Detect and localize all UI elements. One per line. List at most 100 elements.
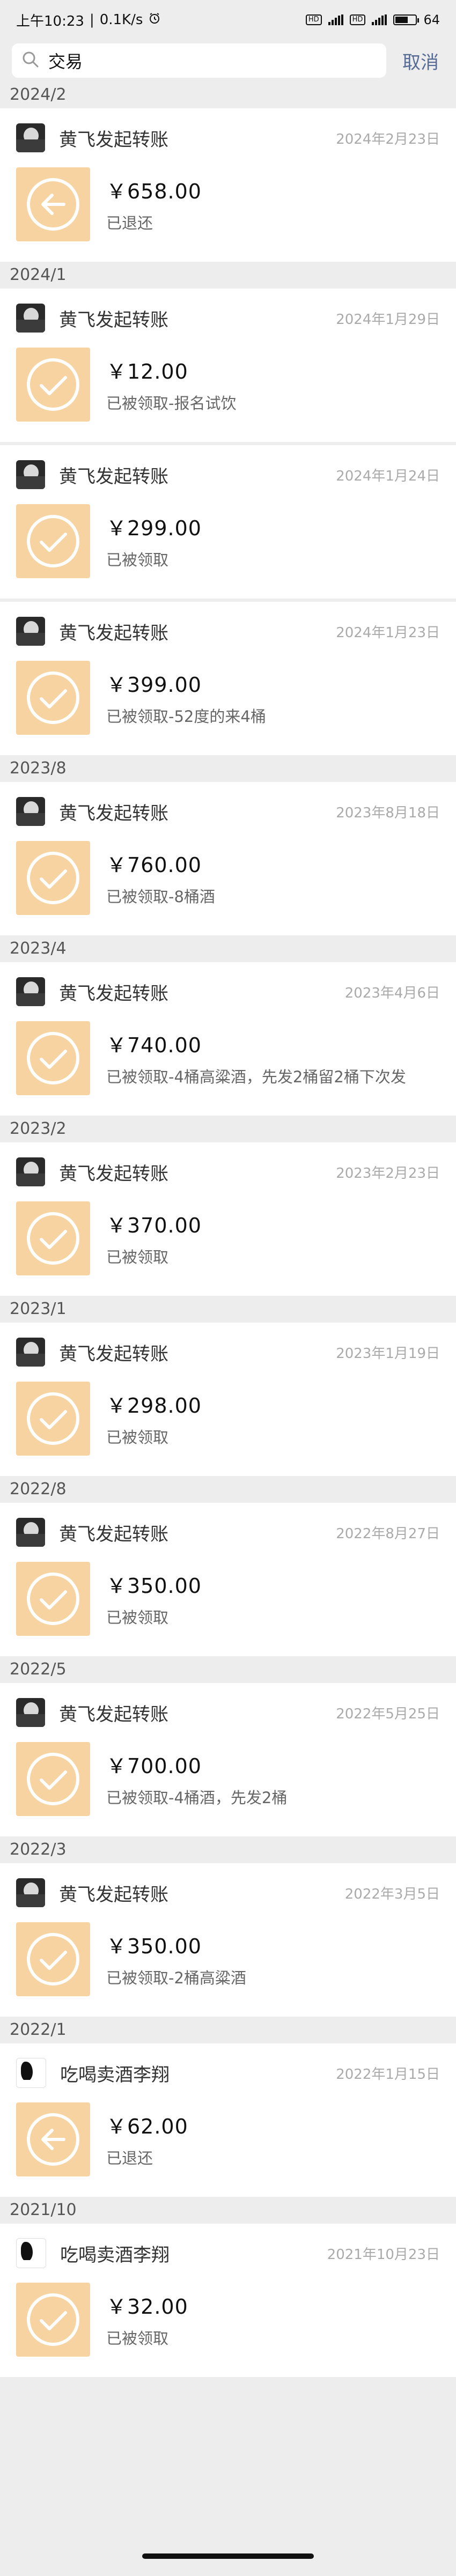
transaction-date: 2024年1月29日 bbox=[336, 311, 440, 328]
avatar[interactable] bbox=[16, 1338, 45, 1367]
transaction-card[interactable]: 黄飞发起转账 2024年1月29日 ￥12.00 已被领取-报名试饮 bbox=[0, 289, 456, 442]
card-body: ￥350.00 已被领取 bbox=[0, 1562, 456, 1636]
status-time: 上午10:23 bbox=[16, 13, 84, 29]
group-items: 吃喝卖酒李翔 2022年1月15日 ￥62.00 已退还 bbox=[0, 2043, 456, 2197]
sender-name: 吃喝卖酒李翔 bbox=[60, 2064, 170, 2086]
search-row: 取消 bbox=[0, 40, 456, 82]
signal-1-icon bbox=[328, 14, 343, 25]
transaction-info: ￥299.00 已被领取 bbox=[106, 504, 202, 570]
transaction-info: ￥298.00 已被领取 bbox=[106, 1382, 202, 1448]
status-divider: | bbox=[89, 12, 94, 28]
check-circle-icon bbox=[16, 841, 90, 915]
avatar[interactable] bbox=[16, 460, 45, 489]
avatar[interactable] bbox=[16, 304, 45, 333]
transaction-info: ￥760.00 已被领取-8桶酒 bbox=[106, 841, 215, 907]
transaction-date: 2024年1月24日 bbox=[336, 468, 440, 484]
card-header: 黄飞发起转账 2024年1月23日 bbox=[0, 602, 456, 661]
avatar[interactable] bbox=[16, 617, 45, 646]
card-body: ￥299.00 已被领取 bbox=[0, 504, 456, 578]
transaction-status: 已退还 bbox=[106, 214, 153, 232]
check-circle-icon bbox=[16, 1021, 90, 1095]
battery-text: 64 bbox=[423, 12, 440, 27]
transaction-card[interactable]: 吃喝卖酒李翔 2022年1月15日 ￥62.00 已退还 bbox=[0, 2043, 456, 2197]
card-body: ￥298.00 已被领取 bbox=[0, 1382, 456, 1456]
transaction-date: 2022年1月15日 bbox=[336, 2066, 440, 2083]
sender-name: 吃喝卖酒李翔 bbox=[60, 2244, 170, 2266]
transaction-card[interactable]: 黄飞发起转账 2024年1月23日 ￥399.00 已被领取-52度的来4桶 bbox=[0, 602, 456, 755]
group-header: 2022/5 bbox=[0, 1656, 456, 1683]
search-input[interactable] bbox=[47, 50, 377, 71]
transaction-card[interactable]: 黄飞发起转账 2024年1月24日 ￥299.00 已被领取 bbox=[0, 445, 456, 599]
transaction-card[interactable]: 黄飞发起转账 2022年8月27日 ￥350.00 已被领取 bbox=[0, 1503, 456, 1656]
transaction-status: 已被领取 bbox=[106, 1608, 169, 1627]
card-body: ￥32.00 已被领取 bbox=[0, 2283, 456, 2357]
group-items: 黄飞发起转账 2022年5月25日 ￥700.00 已被领取-4桶酒，先发2桶 bbox=[0, 1683, 456, 1836]
transaction-status: 已被领取 bbox=[106, 2329, 169, 2348]
transaction-status: 已被领取 bbox=[106, 1428, 169, 1446]
avatar[interactable] bbox=[16, 977, 45, 1006]
home-indicator[interactable] bbox=[142, 2553, 314, 2559]
card-body: ￥658.00 已退还 bbox=[0, 167, 456, 241]
transaction-date: 2022年8月27日 bbox=[336, 1525, 440, 1542]
transaction-date: 2024年1月23日 bbox=[336, 624, 440, 641]
transaction-date: 2022年3月5日 bbox=[344, 1886, 440, 1902]
group-header: 2021/10 bbox=[0, 2197, 456, 2224]
transaction-amount: ￥700.00 bbox=[106, 1754, 202, 1778]
sender-name: 黄飞发起转账 bbox=[59, 466, 168, 488]
cancel-button[interactable]: 取消 bbox=[397, 48, 444, 74]
card-body: ￥12.00 已被领取-报名试饮 bbox=[0, 348, 456, 422]
avatar[interactable] bbox=[16, 797, 45, 826]
transaction-card[interactable]: 黄飞发起转账 2022年3月5日 ￥350.00 已被领取-2桶高粱酒 bbox=[0, 1863, 456, 2017]
transaction-info: ￥370.00 已被领取 bbox=[106, 1201, 202, 1267]
check-circle-icon bbox=[16, 504, 90, 578]
transaction-info: ￥350.00 已被领取 bbox=[106, 1562, 202, 1628]
status-bar: 上午10:23 | 0.1K/s HD HD 64 bbox=[0, 0, 456, 40]
transaction-info: ￥62.00 已退还 bbox=[106, 2102, 188, 2168]
avatar[interactable] bbox=[16, 1698, 45, 1727]
group-items: 黄飞发起转账 2022年3月5日 ￥350.00 已被领取-2桶高粱酒 bbox=[0, 1863, 456, 2017]
transaction-amount: ￥350.00 bbox=[106, 1574, 202, 1598]
return-arrow-icon bbox=[16, 167, 90, 241]
group-items: 黄飞发起转账 2023年4月6日 ￥740.00 已被领取-4桶高粱酒，先发2桶留2桶… bbox=[0, 962, 456, 1116]
transaction-date: 2023年2月23日 bbox=[336, 1165, 440, 1182]
transaction-card[interactable]: 黄飞发起转账 2024年2月23日 ￥658.00 已退还 bbox=[0, 108, 456, 262]
transaction-date: 2024年2月23日 bbox=[336, 131, 440, 147]
avatar[interactable] bbox=[16, 1157, 45, 1186]
sim2-label: HD bbox=[349, 14, 366, 25]
avatar[interactable] bbox=[16, 2058, 46, 2088]
check-circle-icon bbox=[16, 1742, 90, 1816]
avatar[interactable] bbox=[16, 1518, 45, 1547]
transaction-info: ￥32.00 已被领取 bbox=[106, 2283, 188, 2349]
sender-name: 黄飞发起转账 bbox=[59, 309, 168, 331]
transaction-card[interactable]: 黄飞发起转账 2023年1月19日 ￥298.00 已被领取 bbox=[0, 1323, 456, 1476]
avatar[interactable] bbox=[16, 1878, 45, 1907]
transaction-status: 已被领取-报名试饮 bbox=[106, 394, 237, 412]
group-header: 2022/3 bbox=[0, 1836, 456, 1863]
card-header: 黄飞发起转账 2022年8月27日 bbox=[0, 1503, 456, 1562]
group-header: 2023/4 bbox=[0, 935, 456, 962]
status-left: 上午10:23 | 0.1K/s bbox=[16, 10, 161, 30]
transaction-amount: ￥298.00 bbox=[106, 1394, 202, 1418]
avatar[interactable] bbox=[16, 123, 45, 152]
transaction-status: 已被领取 bbox=[106, 1248, 169, 1266]
transaction-card[interactable]: 黄飞发起转账 2023年8月18日 ￥760.00 已被领取-8桶酒 bbox=[0, 782, 456, 935]
check-circle-icon bbox=[16, 2283, 90, 2357]
group-items: 黄飞发起转账 2023年1月19日 ￥298.00 已被领取 bbox=[0, 1323, 456, 1476]
transaction-amount: ￥399.00 bbox=[106, 673, 202, 697]
check-circle-icon bbox=[16, 661, 90, 735]
transaction-info: ￥350.00 已被领取-2桶高粱酒 bbox=[106, 1922, 246, 1988]
status-right: HD HD 64 bbox=[305, 12, 440, 27]
transaction-card[interactable]: 黄飞发起转账 2023年4月6日 ￥740.00 已被领取-4桶高粱酒，先发2桶留2桶… bbox=[0, 962, 456, 1116]
transaction-card[interactable]: 黄飞发起转账 2022年5月25日 ￥700.00 已被领取-4桶酒，先发2桶 bbox=[0, 1683, 456, 1836]
search-box[interactable] bbox=[12, 43, 386, 78]
signal-2-icon bbox=[372, 14, 387, 25]
transaction-card[interactable]: 黄飞发起转账 2023年2月23日 ￥370.00 已被领取 bbox=[0, 1142, 456, 1296]
card-body: ￥740.00 已被领取-4桶高粱酒，先发2桶留2桶下次发 bbox=[0, 1021, 456, 1095]
avatar[interactable] bbox=[16, 2238, 46, 2268]
return-arrow-icon bbox=[16, 2102, 90, 2176]
transaction-card[interactable]: 吃喝卖酒李翔 2021年10月23日 ￥32.00 已被领取 bbox=[0, 2224, 456, 2377]
sender-name: 黄飞发起转账 bbox=[59, 802, 168, 824]
transaction-amount: ￥350.00 bbox=[106, 1935, 202, 1958]
sender-name: 黄飞发起转账 bbox=[59, 622, 168, 644]
group-items: 黄飞发起转账 2023年8月18日 ￥760.00 已被领取-8桶酒 bbox=[0, 782, 456, 935]
